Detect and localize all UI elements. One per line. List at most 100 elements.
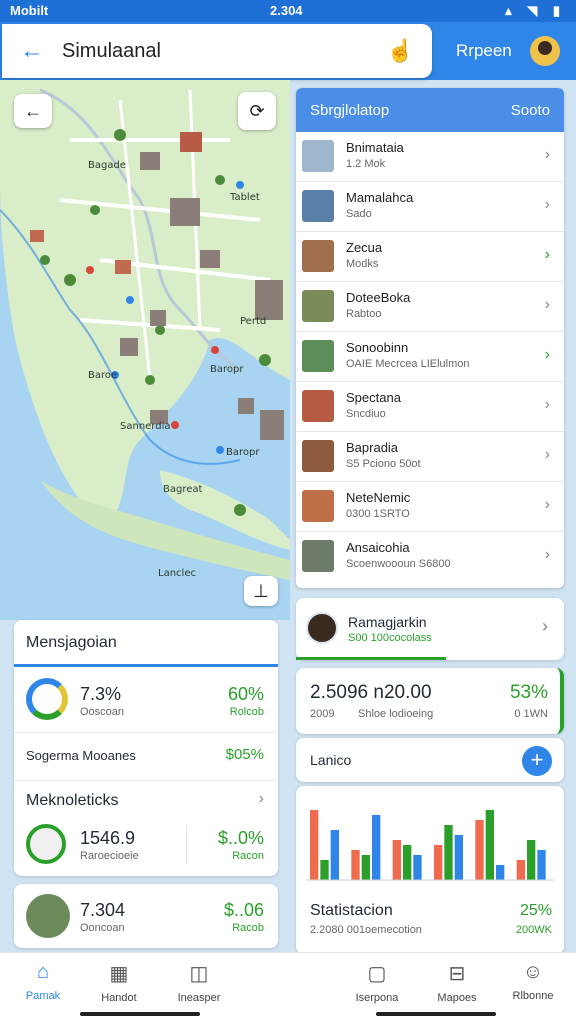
list-item[interactable]: Mamalahca Sado ›: [296, 182, 564, 232]
page-title: Simulaanal: [62, 40, 161, 62]
profile-label[interactable]: Rrpeen: [456, 41, 512, 61]
stat-value: 1546.9: [80, 828, 136, 848]
chart-bar: [527, 840, 536, 880]
stats-sub-right: 0 1WN: [514, 708, 548, 720]
item-title: Ansaicohia: [346, 540, 410, 555]
map-label: Sannerdia: [120, 421, 171, 432]
recenter-icon[interactable]: ⟳: [238, 92, 276, 130]
map-label: Lanclec: [158, 568, 196, 579]
chevron-right-icon: ›: [542, 616, 548, 636]
time-label: 2.304: [270, 3, 303, 18]
item-sub: Sncdiuo: [346, 408, 386, 420]
list-action[interactable]: Sooto: [511, 102, 550, 119]
list-item[interactable]: DoteeBoka Rabtoo ›: [296, 282, 564, 332]
file-icon: ▢: [367, 963, 387, 985]
profile-card[interactable]: Ramagjarkin S00 100cocolass ›: [296, 598, 564, 660]
back-arrow-icon[interactable]: ←: [20, 37, 44, 65]
list-item[interactable]: Ansaicohia Scoenwoooun S6800 ›: [296, 532, 564, 582]
statistics-card: Statistacion 25% 2.2080 001oemecotion 20…: [296, 786, 564, 954]
map-view[interactable]: ← ⟳ ⊥ Bagade Tablet Pertd Baroe Sannerdi…: [0, 80, 290, 620]
building-icon: [26, 824, 66, 864]
bar-chart: [306, 810, 554, 881]
avatar[interactable]: [530, 36, 560, 66]
inbox-icon: ◫: [189, 963, 209, 985]
chevron-right-icon: ›: [544, 546, 550, 563]
map-layers-icon[interactable]: ⊥: [244, 576, 278, 606]
home-icon: ⌂: [36, 961, 50, 983]
donut-value: 7.3%: [80, 684, 122, 704]
profile-sub: S00 100cocolass: [348, 632, 432, 644]
progress-bar: [296, 657, 446, 660]
thumbnail: [302, 390, 334, 422]
item-title: DoteeBoka: [346, 290, 411, 305]
chevron-right-icon: ›: [544, 346, 550, 363]
list-item[interactable]: Zecua Modks ›: [296, 232, 564, 282]
percent-value: 60%: [227, 684, 264, 704]
chart-bar: [372, 815, 381, 880]
nav-inbox[interactable]: ◫ Ineasper: [164, 961, 234, 1004]
row-label: Sogerma Mooanes: [26, 748, 136, 763]
item-title: Bapradia: [346, 440, 399, 455]
chevron-right-icon: ›: [544, 196, 550, 213]
list-item[interactable]: Bnimataia 1.2 Mok ›: [296, 132, 564, 182]
thumbnail: [302, 140, 334, 172]
statistics-sub-right: 200WK: [515, 924, 552, 936]
list-item[interactable]: Sonoobinn OAIE Mecrcea LIElulmon ›: [296, 332, 564, 382]
statistics-sub: 2.2080 001oemecotion: [310, 924, 422, 936]
nav-users[interactable]: ☺ Rlbonne: [498, 961, 568, 1002]
map-icon: ⊟: [448, 963, 466, 985]
chevron-right-icon: ›: [544, 146, 550, 163]
item-title: Bnimataia: [346, 140, 404, 155]
carrier-label: Mobilt: [10, 3, 49, 18]
item-sub: Sado: [346, 208, 372, 220]
nav-file[interactable]: ▢ Iserpona: [342, 961, 412, 1004]
list-item[interactable]: Bapradia S5 Pciono 50ot ›: [296, 432, 564, 482]
nav-map[interactable]: ⊟ Mapoes: [422, 961, 492, 1004]
chart-bar: [434, 845, 443, 880]
map-label: Pertd: [240, 316, 267, 327]
list-item[interactable]: Spectana Sncdiuo ›: [296, 382, 564, 432]
chevron-right-icon[interactable]: ›: [259, 790, 264, 808]
map-canvas: [0, 80, 290, 580]
section-title: Meknoleticks: [26, 792, 119, 809]
chart-bar: [351, 850, 360, 880]
stat-right-label: Racon: [232, 850, 264, 862]
stats-card[interactable]: 2.5096 n20.00 53% 2009 Shloe lodioeing 0…: [296, 668, 564, 734]
stats-value: 2.5096 n20.00: [310, 682, 432, 703]
add-button[interactable]: +: [522, 746, 552, 776]
search-bar[interactable]: ← Simulaanal ☝: [2, 24, 432, 78]
chart-bar: [320, 860, 329, 880]
map-back-button[interactable]: ←: [14, 94, 52, 128]
building-icon: [26, 894, 70, 938]
gesture-icon[interactable]: ☝: [387, 38, 414, 64]
chart-bar: [496, 865, 505, 880]
list-header: Sbrgjlolatop Sooto: [296, 88, 564, 132]
thumbnail: [302, 340, 334, 372]
thumbnail: [302, 240, 334, 272]
thumbnail: [302, 290, 334, 322]
status-bar: Mobilt 2.304 ▴ ◥ ▮: [0, 0, 576, 22]
avatar: [306, 612, 338, 644]
chart-bar: [413, 855, 422, 880]
chart-bar: [392, 840, 401, 880]
bottom-navigation: ⌂ Pamak ▦ Handot ◫ Ineasper ▢ Iserpona ⊟…: [0, 952, 576, 1024]
statistics-title: Statistacion: [310, 902, 393, 919]
stat-label: Raroecioeie: [80, 850, 139, 862]
nav-home[interactable]: ⌂ Pamak: [8, 961, 78, 1002]
chart-bar: [537, 850, 546, 880]
stats-percent: 53%: [509, 682, 548, 703]
card2-right-label: Racob: [232, 922, 264, 934]
item-sub: Scoenwoooun S6800: [346, 558, 451, 570]
item-sub: OAIE Mecrcea LIElulmon: [346, 358, 470, 370]
summary-card-2[interactable]: 7.304 Ooncoan $..06 Racob: [14, 884, 278, 948]
series-card: Lanico +: [296, 738, 564, 782]
chart-bar: [310, 810, 319, 880]
nav-grid[interactable]: ▦ Handot: [84, 961, 154, 1004]
card2-right: $..06: [223, 900, 264, 920]
item-sub: S5 Pciono 50ot: [346, 458, 421, 470]
home-indicator: [376, 1012, 496, 1016]
chart-bar: [330, 830, 339, 880]
map-label: Baropr: [226, 447, 260, 458]
grid-icon: ▦: [109, 963, 129, 985]
list-item[interactable]: NeteNemic 0300 1SRTO ›: [296, 482, 564, 532]
